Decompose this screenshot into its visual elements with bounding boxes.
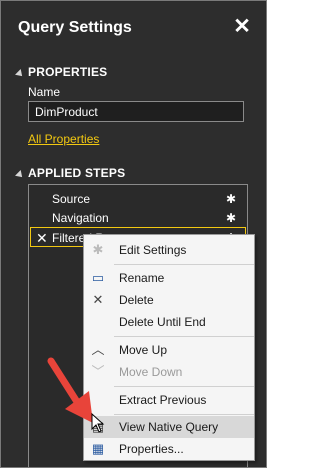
menu-item-label: Extract Previous: [119, 393, 207, 407]
menu-item-label: Rename: [119, 271, 165, 285]
collapse-triangle-icon[interactable]: [15, 69, 25, 79]
step-source[interactable]: Source ✱: [30, 189, 246, 209]
menu-item-label: Edit Settings: [119, 243, 187, 257]
rename-icon: ▭: [91, 270, 105, 285]
delete-step-icon[interactable]: ✕: [36, 228, 48, 248]
step-navigation[interactable]: Navigation ✱: [30, 208, 246, 228]
menu-divider: [114, 386, 254, 387]
menu-item-properties[interactable]: ▦ Properties...: [84, 438, 254, 460]
close-icon[interactable]: ✕: [232, 16, 252, 38]
all-properties-link[interactable]: All Properties: [28, 132, 99, 146]
close-icon: ✕: [92, 292, 104, 307]
gear-icon[interactable]: ✱: [226, 208, 236, 228]
mouse-cursor-icon: [91, 413, 105, 433]
properties-icon: ▦: [91, 441, 105, 456]
menu-item-delete[interactable]: ✕ Delete: [84, 289, 254, 311]
menu-divider: [114, 414, 254, 415]
gear-icon: ✱: [92, 242, 104, 257]
menu-item-delete-until-end[interactable]: Delete Until End: [84, 311, 254, 333]
step-label: Navigation: [52, 211, 109, 225]
menu-item-label: View Native Query: [119, 420, 219, 434]
properties-header[interactable]: PROPERTIES: [28, 65, 107, 79]
collapse-triangle-icon[interactable]: [15, 170, 25, 180]
gear-icon[interactable]: ✱: [226, 189, 236, 209]
menu-item-rename[interactable]: ▭ Rename: [84, 267, 254, 289]
menu-item-label: Delete: [119, 293, 154, 307]
name-label: Name: [28, 85, 61, 99]
menu-item-label: Move Up: [119, 343, 168, 357]
menu-divider: [114, 336, 254, 337]
chevron-up-icon: ︿: [91, 342, 105, 357]
menu-item-edit-settings[interactable]: ✱ Edit Settings: [84, 239, 254, 261]
pane-title: Query Settings: [18, 19, 132, 36]
menu-divider: [114, 264, 254, 265]
name-input[interactable]: [28, 101, 244, 122]
menu-item-label: Delete Until End: [119, 315, 206, 329]
step-label: Source: [52, 192, 91, 206]
menu-item-label: Properties...: [119, 442, 184, 456]
applied-steps-header[interactable]: APPLIED STEPS: [28, 166, 125, 180]
query-settings-window: Query Settings ✕ PROPERTIES Name All Pro…: [0, 0, 267, 468]
menu-item-label: Move Down: [119, 365, 183, 379]
